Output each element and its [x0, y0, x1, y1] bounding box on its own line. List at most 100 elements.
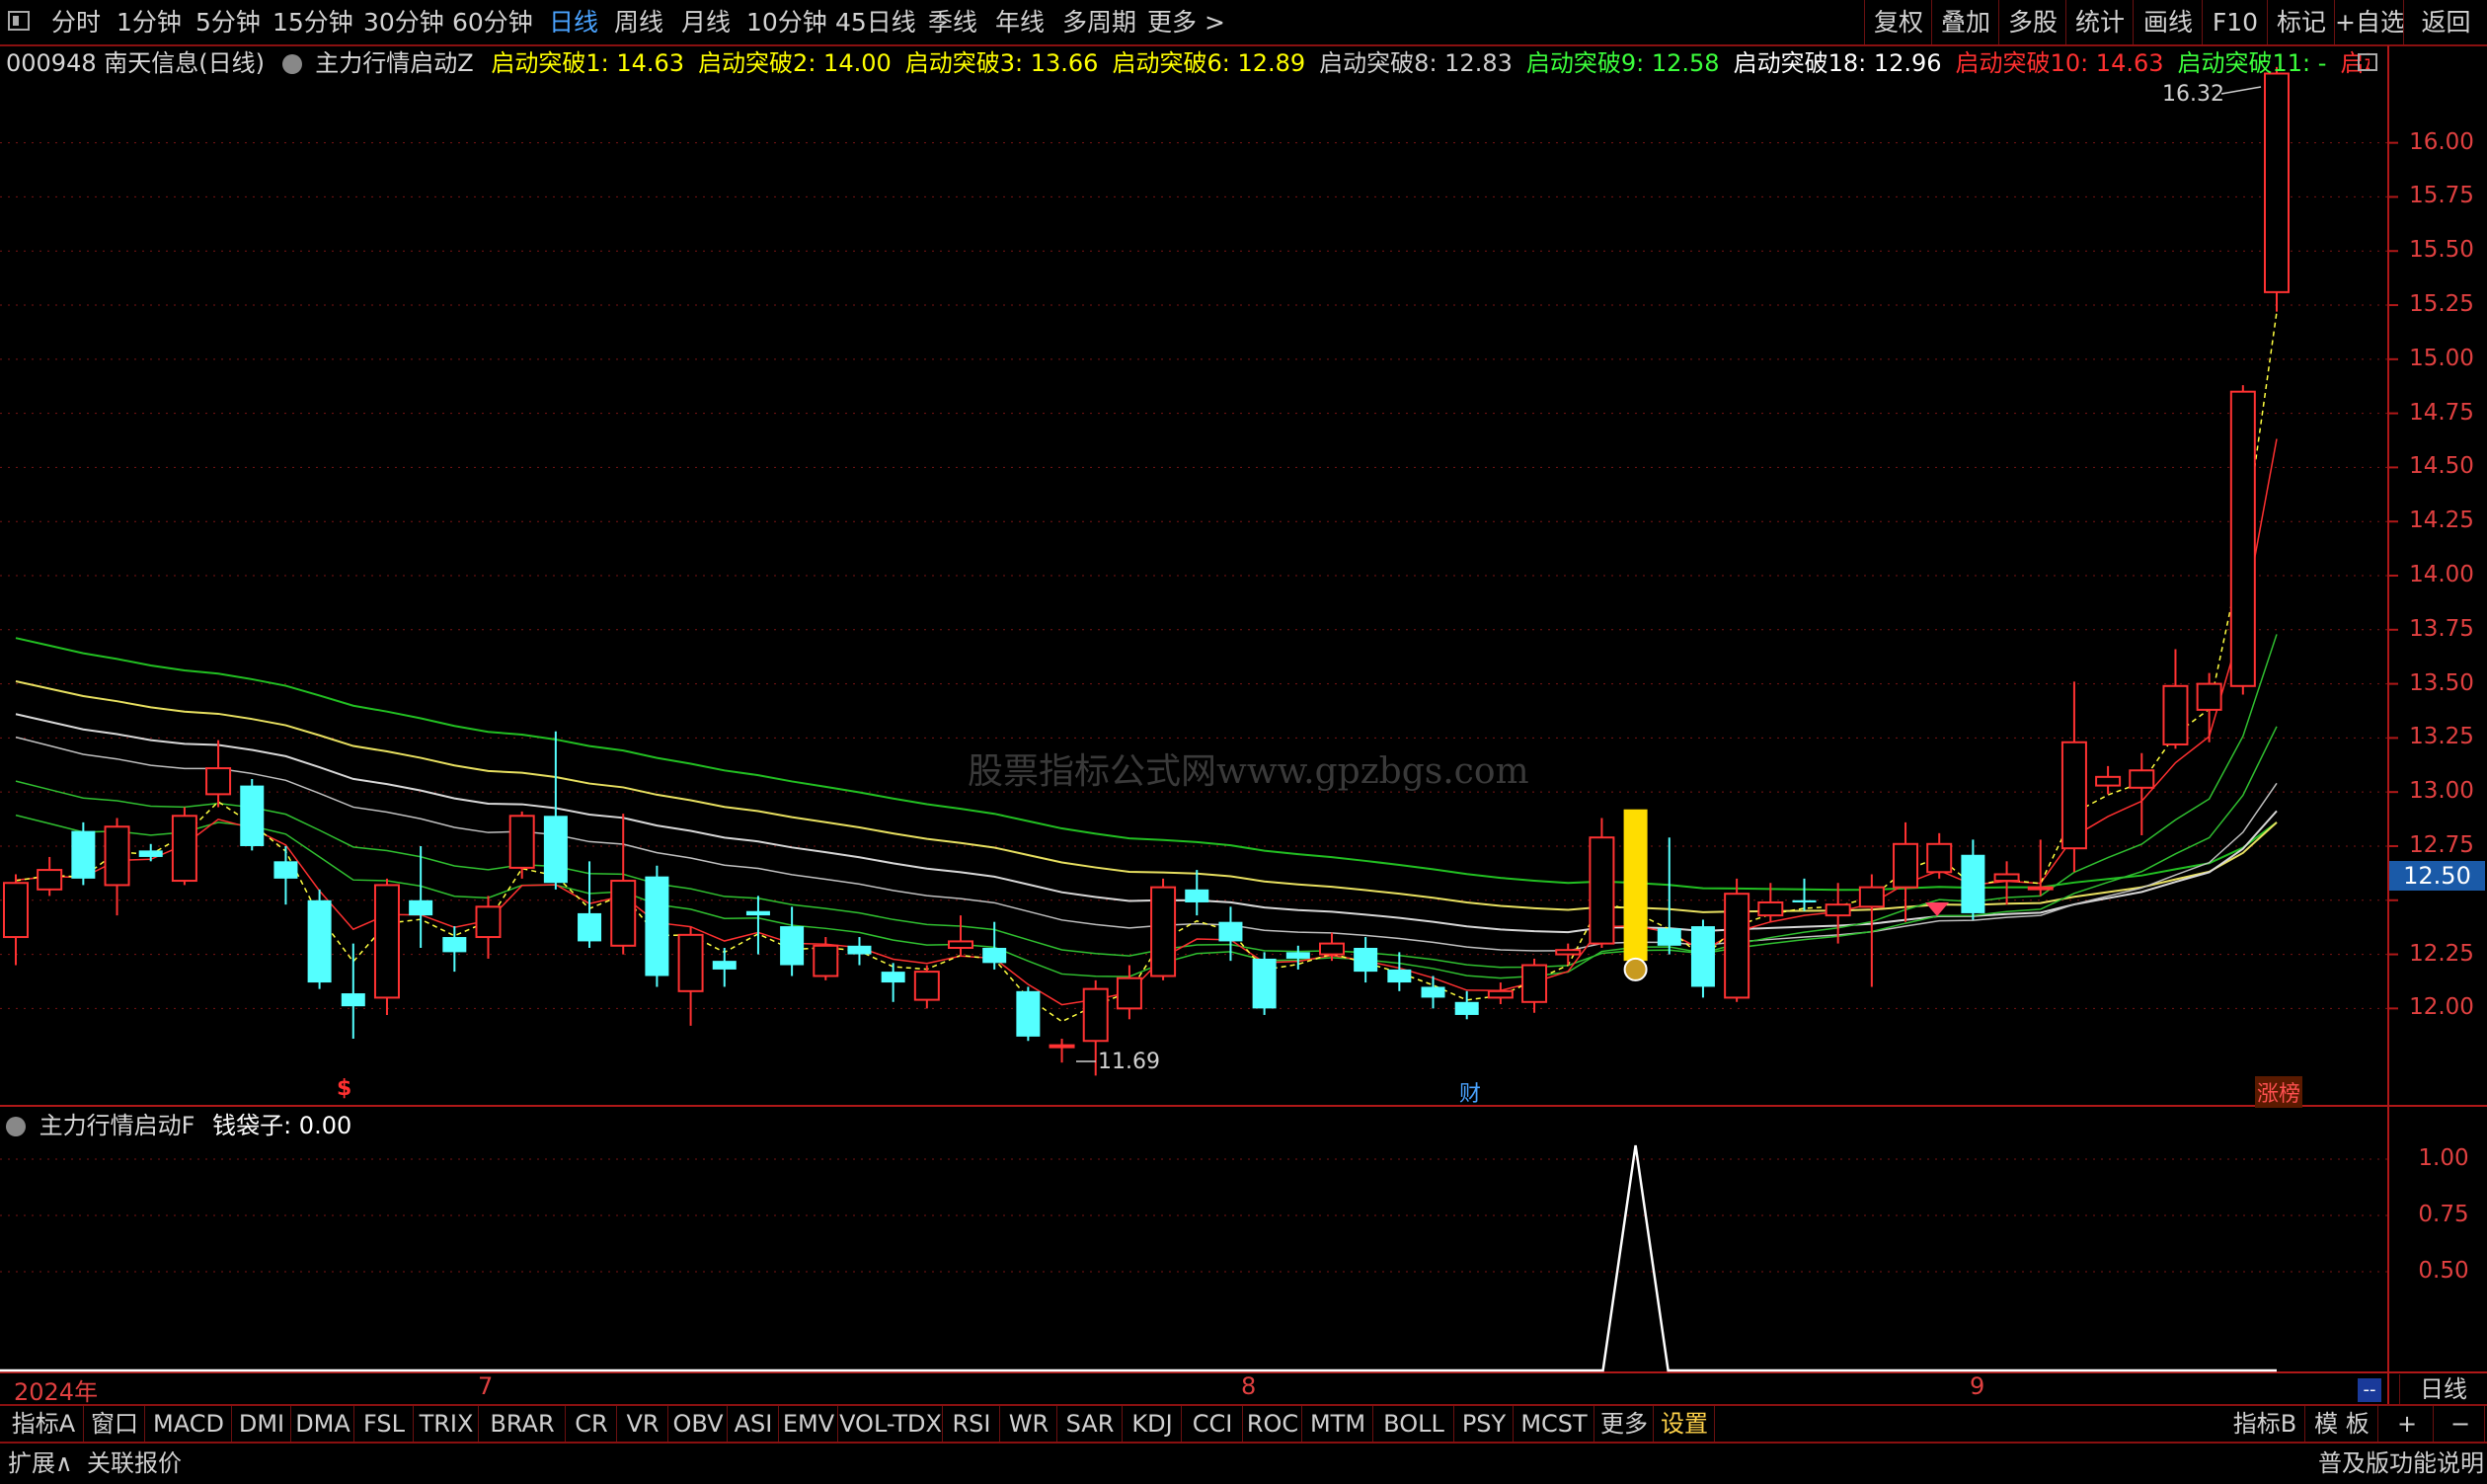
bottom-right-button-3[interactable]: − [2437, 1406, 2485, 1442]
candle-body-down [1792, 899, 1817, 902]
scroll-handle[interactable]: -- [2358, 1378, 2381, 1402]
indicator-tab-6[interactable]: TRIX [415, 1406, 479, 1442]
indicator-tab-0[interactable]: 指标A [4, 1406, 84, 1442]
dollar-marker: $ [337, 1076, 352, 1101]
red-gem-icon [1925, 901, 1949, 916]
indicator-dropdown-icon[interactable] [281, 54, 302, 74]
bottom-right-button-0[interactable]: 指标B [2225, 1406, 2305, 1442]
candle-body-up [1150, 886, 1177, 977]
price-tick-label: 14.50 [2409, 453, 2474, 480]
price-tick-label: 13.00 [2409, 778, 2474, 805]
finance-marker[interactable]: 财 [1459, 1076, 1481, 1108]
indicator-tab-8[interactable]: CR [567, 1406, 617, 1442]
status-bar: 扩展∧ 关联报价 普及版功能说明 [0, 1442, 2487, 1484]
indicator-tab-15[interactable]: WR [1001, 1406, 1057, 1442]
candle-body-down [982, 947, 1007, 964]
price-tick-label: 15.00 [2409, 345, 2474, 371]
price-tick-label: 15.75 [2409, 183, 2474, 209]
price-tick-label: 12.75 [2409, 831, 2474, 858]
related-quote-button[interactable]: 关联报价 [87, 1444, 182, 1484]
period-label-right[interactable]: 日线 [2399, 1374, 2487, 1404]
indicator-tab-14[interactable]: RSI [944, 1406, 1000, 1442]
candle-body-up [2196, 682, 2222, 711]
candle-body-down [1454, 1001, 1479, 1015]
candle-body-up [813, 944, 839, 977]
candle-body-up [3, 882, 29, 939]
candle-body-down [240, 785, 265, 846]
high-price-label: 16.32 [2162, 82, 2224, 107]
candle-body-down [578, 912, 602, 942]
money-bag-signal-line [0, 1144, 2277, 1372]
price-tick-label: 12.25 [2409, 940, 2474, 967]
indicator-tab-13[interactable]: VOL-TDX [839, 1406, 943, 1442]
indicator-tab-3[interactable]: DMI [233, 1406, 291, 1442]
breakout-value-8: 启动突破11: - [2177, 49, 2327, 77]
indicator-tab-22[interactable]: PSY [1455, 1406, 1514, 1442]
indicator-tab-1[interactable]: 窗口 [85, 1406, 145, 1442]
candle-body-down [1421, 986, 1445, 998]
price-tick-label: 13.75 [2409, 615, 2474, 642]
indicator-tab-16[interactable]: SAR [1058, 1406, 1123, 1442]
indicator-tab-5[interactable]: FSL [355, 1406, 414, 1442]
indicator-tab-11[interactable]: ASI [729, 1406, 779, 1442]
red-fast-line [15, 438, 2278, 1006]
candle-body-up [205, 767, 232, 796]
panel-maximize-icon[interactable] [2358, 53, 2377, 71]
limit-up-rank-marker[interactable]: 涨榜 [2255, 1076, 2303, 1108]
indicator-tab-4[interactable]: DMA [292, 1406, 354, 1442]
candle-body-down [1285, 952, 1310, 959]
candle-body-up [1049, 1044, 1075, 1049]
candle-body-up [1555, 949, 1582, 956]
sub-axis-tick-label: 0.50 [2418, 1258, 2469, 1284]
kline-chart[interactable] [0, 0, 2487, 1482]
sub-indicator-value: 钱袋子: 0.00 [212, 1112, 352, 1139]
signal-bar [1623, 809, 1648, 962]
candle-body-down [307, 899, 332, 983]
indicator-tab-20[interactable]: MTM [1303, 1406, 1373, 1442]
bottom-right-button-1[interactable]: 模 板 [2306, 1406, 2378, 1442]
candle-body-up [610, 880, 637, 947]
indicator-tab-21[interactable]: BOLL [1374, 1406, 1454, 1442]
candle-body-up [1487, 989, 1514, 999]
bottom-right-button-2[interactable]: + [2381, 1406, 2434, 1442]
date-month-7: 7 [478, 1372, 494, 1400]
price-tick-label: 16.00 [2409, 128, 2474, 155]
candle-body-down [1185, 889, 1209, 902]
candle-body-down [543, 816, 568, 884]
indicator-tab-12[interactable]: EMV [780, 1406, 838, 1442]
indicator-tab-9[interactable]: VR [618, 1406, 668, 1442]
date-year: 2024年 [14, 1378, 99, 1406]
breakout-value-6: 启动突破18: 12.96 [1733, 49, 1942, 77]
candle-body-up [1893, 842, 1919, 889]
version-info-link[interactable]: 普及版功能说明 [2318, 1444, 2484, 1484]
moving-average-line-1 [15, 679, 2278, 913]
sub-indicator-info: 主力行情启动F 钱袋子: 0.00 [0, 1108, 351, 1143]
indicator-tab-18[interactable]: CCI [1183, 1406, 1243, 1442]
candle-body-down [1016, 990, 1041, 1037]
expand-button[interactable]: 扩展∧ [8, 1444, 73, 1484]
candle-body-up [1116, 976, 1142, 1010]
main-indicator-name[interactable]: 主力行情启动Z [315, 49, 473, 77]
price-tick-label: 14.75 [2409, 399, 2474, 426]
candle-body-up [2229, 390, 2256, 687]
date-month-8: 8 [1241, 1372, 1257, 1400]
sub-indicator-name[interactable]: 主力行情启动F [39, 1112, 195, 1139]
sub-dropdown-icon[interactable] [6, 1117, 26, 1136]
indicator-tab-17[interactable]: KDJ [1124, 1406, 1182, 1442]
candle-body-up [1926, 842, 1953, 874]
candle-body-up [171, 815, 197, 883]
candle-body-down [881, 972, 905, 983]
indicator-tab-25[interactable]: 设置 [1655, 1406, 1715, 1442]
breakout-value-4: 启动突破8: 12.83 [1319, 49, 1513, 77]
indicator-tab-7[interactable]: BRAR [480, 1406, 566, 1442]
indicator-tab-19[interactable]: ROC [1244, 1406, 1302, 1442]
candle-body-down [1252, 958, 1277, 1009]
indicator-tab-10[interactable]: OBV [669, 1406, 728, 1442]
candle-body-down [409, 899, 433, 916]
candle-body-up [1521, 964, 1548, 1003]
candle-body-up [913, 971, 940, 1001]
indicator-tab-23[interactable]: MCST [1515, 1406, 1594, 1442]
candle-body-down [712, 961, 737, 970]
indicator-tab-24[interactable]: 更多 [1595, 1406, 1654, 1442]
indicator-tab-2[interactable]: MACD [146, 1406, 232, 1442]
